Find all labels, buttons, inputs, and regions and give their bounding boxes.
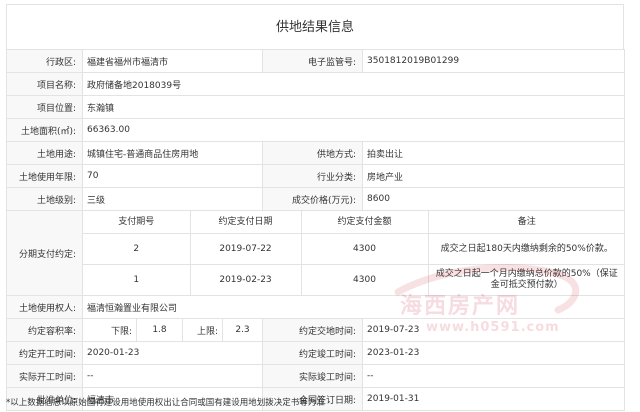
installments-table: 支付期号 约定支付日期 约定支付金额 备注 2 2019-07-22 4300 … (83, 211, 624, 295)
installment-date: 2019-02-23 (190, 264, 302, 295)
installments-header-date: 约定支付日期 (190, 211, 302, 234)
installment-amount: 4300 (301, 233, 429, 265)
plot-ratio-lower-label: 下限: (82, 318, 137, 342)
plot-ratio-upper-value: 2.3 (221, 318, 264, 342)
installments-header-note: 备注 (428, 211, 624, 234)
supply-method-label: 供地方式: (262, 141, 364, 165)
supervision-no-value: 3501812019B01299 (362, 49, 626, 73)
land-grade-label: 土地级别: (6, 187, 83, 211)
price-label: 成交价格(万元): (262, 187, 364, 211)
installment-amount: 4300 (301, 264, 429, 295)
plot-ratio-lower-value: 1.8 (136, 318, 183, 342)
actual-completion-label: 实际竣工时间: (262, 364, 364, 388)
delivery-date-label: 约定交地时间: (262, 318, 364, 342)
industry-value: 房地产业 (362, 164, 626, 188)
table-row: 实际开工时间: -- 实际竣工时间: -- (6, 364, 626, 388)
table-row: 项目位置: 东瀚镇 (6, 95, 626, 119)
industry-label: 行业分类: (262, 164, 364, 188)
price-value: 8600 (362, 187, 626, 211)
land-area-label: 土地面积(㎡): (6, 118, 83, 142)
land-user-value: 福清恒瀚置业有限公司 (81, 295, 626, 319)
land-area-value: 66363.00 (81, 118, 626, 142)
table-row: 土地面积(㎡): 66363.00 (6, 118, 626, 142)
table-row: 土地使用年限: 70 行业分类: 房地产业 (6, 164, 626, 188)
installments-header-row: 支付期号 约定支付日期 约定支付金额 备注 (83, 211, 624, 234)
use-years-label: 土地使用年限: (6, 164, 83, 188)
project-location-label: 项目位置: (6, 95, 83, 119)
table-row: 行政区: 福建省福州市福清市 电子监管号: 3501812019B01299 (6, 49, 626, 73)
installments-label: 分期支付约定: (6, 210, 83, 296)
region-label: 行政区: (6, 49, 83, 73)
installment-note: 成交之日起一个月内缴纳总价款的50%（保证金可抵交预付款） (435, 269, 618, 290)
completion-date-value: 2023-01-23 (362, 341, 626, 365)
actual-completion-value: -- (362, 364, 626, 388)
actual-start-label: 实际开工时间: (6, 364, 83, 388)
region-value: 福建省福州市福清市 (81, 49, 264, 73)
land-supply-result-page: 供地结果信息 行政区: 福建省福州市福清市 电子监管号: 3501812019B… (0, 0, 640, 412)
table-row: 土地用途: 城镇住宅-普通商品住房用地 供地方式: 拍卖出让 (6, 141, 626, 165)
land-info-table: 行政区: 福建省福州市福清市 电子监管号: 3501812019B01299 项… (6, 49, 626, 411)
page-title: 供地结果信息 (6, 4, 624, 49)
completion-date-label: 约定竣工时间: (262, 341, 364, 365)
project-location-value: 东瀚镇 (81, 95, 626, 119)
installments-cell: 支付期号 约定支付日期 约定支付金额 备注 2 2019-07-22 4300 … (81, 210, 626, 296)
installment-period: 1 (83, 264, 191, 295)
supervision-no-label: 电子监管号: (262, 49, 364, 73)
table-row: 土地使用权人: 福清恒瀚置业有限公司 (6, 295, 626, 319)
plot-ratio-upper-label: 上限: (182, 318, 223, 342)
table-row: 约定容积率: 下限: 1.8 上限: 2.3 约定交地时间: 2019-07-2… (6, 318, 626, 342)
actual-start-value: -- (81, 364, 264, 388)
supply-method-value: 拍卖出让 (362, 141, 626, 165)
installments-header-amount: 约定支付金额 (301, 211, 429, 234)
installments-header-period: 支付期号 (83, 211, 191, 234)
installment-note: 成交之日起180天内缴纳剩余的50%价款。 (428, 233, 624, 265)
table-row: 项目名称: 政府储备地2018039号 (6, 72, 626, 96)
footnote: *以上数据信息以原始国有建设用地使用权出让合同或国有建设用地划拨决定书等为准 (6, 398, 325, 408)
table-row: 分期支付约定: 支付期号 约定支付日期 约定支付金额 备注 2 2019-07-… (6, 210, 626, 296)
installment-date: 2019-07-22 (190, 233, 302, 265)
start-date-label: 约定开工时间: (6, 341, 83, 365)
installments-row: 1 2019-02-23 4300 成交之日起一个月内缴纳总价款的50%（保证金… (83, 264, 624, 295)
land-user-label: 土地使用权人: (6, 295, 83, 319)
plot-ratio-label: 约定容积率: (6, 318, 83, 342)
start-date-value: 2020-01-23 (81, 341, 264, 365)
project-name-label: 项目名称: (6, 72, 83, 96)
land-grade-value: 三级 (81, 187, 264, 211)
table-row: 土地级别: 三级 成交价格(万元): 8600 (6, 187, 626, 211)
use-years-value: 70 (81, 164, 264, 188)
delivery-date-value: 2019-07-23 (362, 318, 626, 342)
land-use-value: 城镇住宅-普通商品住房用地 (81, 141, 264, 165)
land-use-label: 土地用途: (6, 141, 83, 165)
installments-row: 2 2019-07-22 4300 成交之日起180天内缴纳剩余的50%价款。 (83, 233, 624, 265)
installment-period: 2 (83, 233, 191, 265)
table-row: 约定开工时间: 2020-01-23 约定竣工时间: 2023-01-23 (6, 341, 626, 365)
project-name-value: 政府储备地2018039号 (81, 72, 626, 96)
contract-date-value: 2019-01-31 (362, 387, 626, 411)
